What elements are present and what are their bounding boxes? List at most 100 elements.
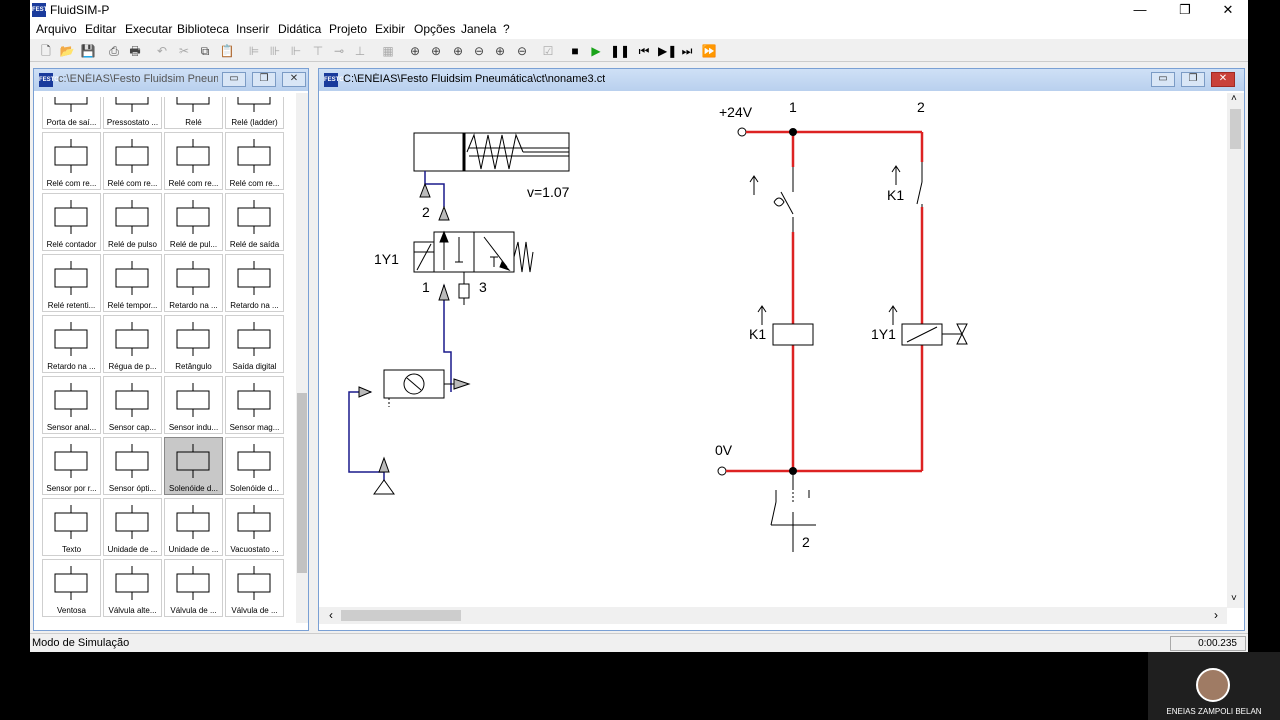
library-item[interactable]: Relé de saída [225, 193, 284, 251]
library-item[interactable]: Retardo na ... [164, 254, 223, 312]
align-right-icon[interactable]: ⊩ [288, 43, 304, 59]
circuit-minimize-button[interactable]: ▭ [1151, 72, 1175, 87]
library-item[interactable]: Sensor anal... [42, 376, 101, 434]
library-item[interactable]: Texto [42, 498, 101, 556]
library-item[interactable]: Relé de pulso [103, 193, 162, 251]
library-item[interactable]: Relé contador [42, 193, 101, 251]
scroll-up-icon[interactable]: ˄ [1231, 93, 1237, 104]
directional-valve[interactable] [413, 230, 534, 273]
stop-icon[interactable]: ■ [567, 43, 583, 59]
menu-help[interactable]: ? [503, 22, 510, 36]
library-item[interactable]: Retardo na ... [42, 315, 101, 373]
circuit-restore-button[interactable]: ❐ [1181, 72, 1205, 87]
library-title-bar[interactable]: FESTO c:\ENÉIAS\Festo Fluidsim Pneuma...… [34, 69, 308, 91]
copy-icon[interactable]: ⧉ [197, 43, 213, 59]
reset-icon[interactable]: ⏮ [636, 43, 652, 59]
zoom-in-icon[interactable]: ⊕ [492, 43, 508, 59]
library-item[interactable]: Saída digital [225, 315, 284, 373]
menu-arquivo[interactable]: Arquivo [36, 22, 77, 36]
menu-exibir[interactable]: Exibir [375, 22, 405, 36]
align-left-icon[interactable]: ⊫ [246, 43, 262, 59]
library-item[interactable]: Válvula de ... [164, 559, 223, 617]
library-item[interactable]: Relé com re... [42, 132, 101, 190]
minimize-button[interactable]: — [1120, 0, 1160, 20]
menu-didatica[interactable]: Didática [278, 22, 321, 36]
library-item[interactable]: Relé retenti... [42, 254, 101, 312]
menu-editar[interactable]: Editar [85, 22, 116, 36]
k1-relay-coil[interactable] [757, 305, 814, 346]
open-icon[interactable]: 📂 [59, 43, 75, 59]
library-item[interactable]: Unidade de ... [164, 498, 223, 556]
library-item[interactable]: Solenóide d... [164, 437, 223, 495]
align-bottom-icon[interactable]: ⊥ [352, 43, 368, 59]
library-item[interactable]: Sensor por r... [42, 437, 101, 495]
menu-inserir[interactable]: Inserir [236, 22, 269, 36]
close-button[interactable]: ✕ [1208, 0, 1248, 20]
play-icon[interactable]: ▶ [588, 43, 604, 59]
library-scrollbar[interactable] [296, 93, 308, 623]
menu-biblioteca[interactable]: Biblioteca [177, 22, 229, 36]
library-item[interactable]: Relé com re... [164, 132, 223, 190]
new-icon[interactable]: 🗋 [38, 43, 54, 59]
print-icon[interactable]: 🖶 [127, 43, 143, 59]
grid-icon[interactable]: ▦ [380, 43, 396, 59]
menu-executar[interactable]: Executar [125, 22, 172, 36]
fast-forward-icon[interactable]: ⏩ [701, 43, 717, 59]
library-item[interactable]: Relé de pul... [164, 193, 223, 251]
circuit-vscroll[interactable]: ˄ ˅ [1227, 93, 1244, 608]
library-item[interactable]: Relé com re... [103, 132, 162, 190]
circuit-canvas[interactable]: v=1.07 2 1Y1 1 3 +24V 1 2 0V K1 K1 1Y1 2 [319, 92, 1244, 607]
library-item[interactable]: Sensor indu... [164, 376, 223, 434]
zoom-area-icon[interactable]: ⊕ [428, 43, 444, 59]
library-item[interactable]: Vacuostato ... [225, 498, 284, 556]
library-item[interactable]: Relé com re... [225, 132, 284, 190]
zoom-prev-icon[interactable]: ⊖ [471, 43, 487, 59]
circuit-close-button[interactable]: ✕ [1211, 72, 1235, 87]
paste-icon[interactable]: 📋 [219, 43, 235, 59]
library-item[interactable]: Relé [164, 97, 223, 129]
library-item[interactable]: Porta de saí... [42, 97, 101, 129]
check-icon[interactable]: ☑ [540, 43, 556, 59]
zoom-fit-icon[interactable]: ⊕ [407, 43, 423, 59]
scroll-left-icon[interactable]: ‹ [329, 608, 333, 622]
library-scroll-thumb[interactable] [297, 393, 307, 573]
library-restore-button[interactable]: ❐ [252, 72, 276, 87]
menu-opcoes[interactable]: Opções [414, 22, 455, 36]
library-item[interactable]: Ventosa [42, 559, 101, 617]
maximize-button[interactable]: ❐ [1165, 0, 1205, 20]
library-item[interactable]: Sensor ópti... [103, 437, 162, 495]
library-item[interactable]: Régua de p... [103, 315, 162, 373]
step-icon[interactable]: ▶❚ [658, 43, 677, 59]
library-item[interactable]: Relé tempor... [103, 254, 162, 312]
save-icon[interactable]: 💾 [80, 43, 96, 59]
menu-projeto[interactable]: Projeto [329, 22, 367, 36]
pause-icon[interactable]: ❚❚ [610, 43, 630, 59]
align-top-icon[interactable]: ⊤ [310, 43, 326, 59]
library-item[interactable]: Válvula de ... [225, 559, 284, 617]
library-minimize-button[interactable]: ▭ [222, 72, 246, 87]
step-end-icon[interactable]: ⏭ [679, 43, 695, 59]
library-item[interactable]: Retardo na ... [225, 254, 284, 312]
cut-icon[interactable]: ✂ [176, 43, 192, 59]
service-unit[interactable] [383, 369, 454, 407]
zoom-window-icon[interactable]: ⊕ [450, 43, 466, 59]
zoom-out-icon[interactable]: ⊖ [514, 43, 530, 59]
library-item[interactable]: Válvula alte... [103, 559, 162, 617]
library-item[interactable]: Pressostato ... [103, 97, 162, 129]
menu-janela[interactable]: Janela [461, 22, 496, 36]
circuit-title-bar[interactable]: FESTO C:\ENÉIAS\Festo Fluidsim Pneumátic… [319, 69, 1244, 91]
library-item[interactable]: Sensor mag... [225, 376, 284, 434]
library-item[interactable]: Sensor cap... [103, 376, 162, 434]
scroll-right-icon[interactable]: › [1214, 608, 1218, 622]
circuit-hscroll[interactable]: ‹ › [319, 607, 1227, 624]
library-item[interactable]: Retângulo [164, 315, 223, 373]
circuit-vscroll-thumb[interactable] [1230, 109, 1241, 149]
print-preview-icon[interactable]: ⎙ [106, 43, 122, 59]
library-close-button[interactable]: ✕ [282, 72, 306, 87]
align-center-icon[interactable]: ⊪ [267, 43, 283, 59]
undo-icon[interactable]: ↶ [154, 43, 170, 59]
circuit-hscroll-thumb[interactable] [341, 610, 461, 621]
solenoid-1y1-coil[interactable] [888, 305, 968, 346]
library-item[interactable]: Solenóide d... [225, 437, 284, 495]
library-item[interactable]: Unidade de ... [103, 498, 162, 556]
